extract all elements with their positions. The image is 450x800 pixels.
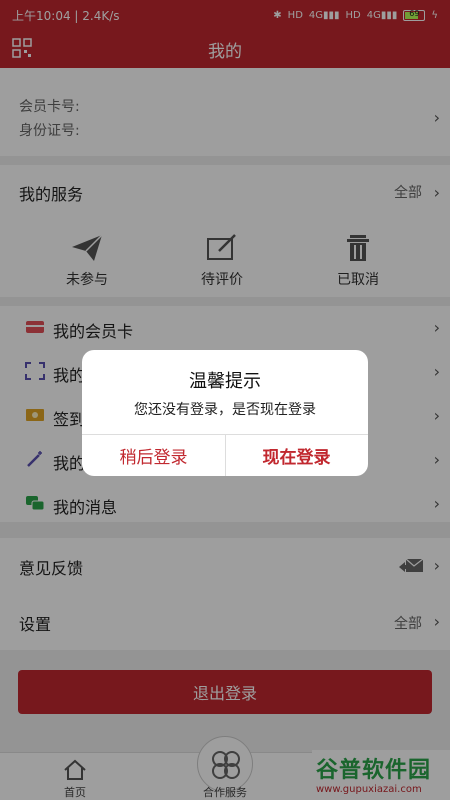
dialog-message: 您还没有登录，是否现在登录: [134, 402, 316, 418]
login-later-button[interactable]: 稍后登录: [82, 434, 225, 476]
login-now-button[interactable]: 现在登录: [225, 434, 368, 476]
dialog-title: 温馨提示: [189, 371, 261, 392]
login-prompt-dialog: 温馨提示 您还没有登录，是否现在登录 稍后登录 现在登录: [82, 350, 368, 476]
